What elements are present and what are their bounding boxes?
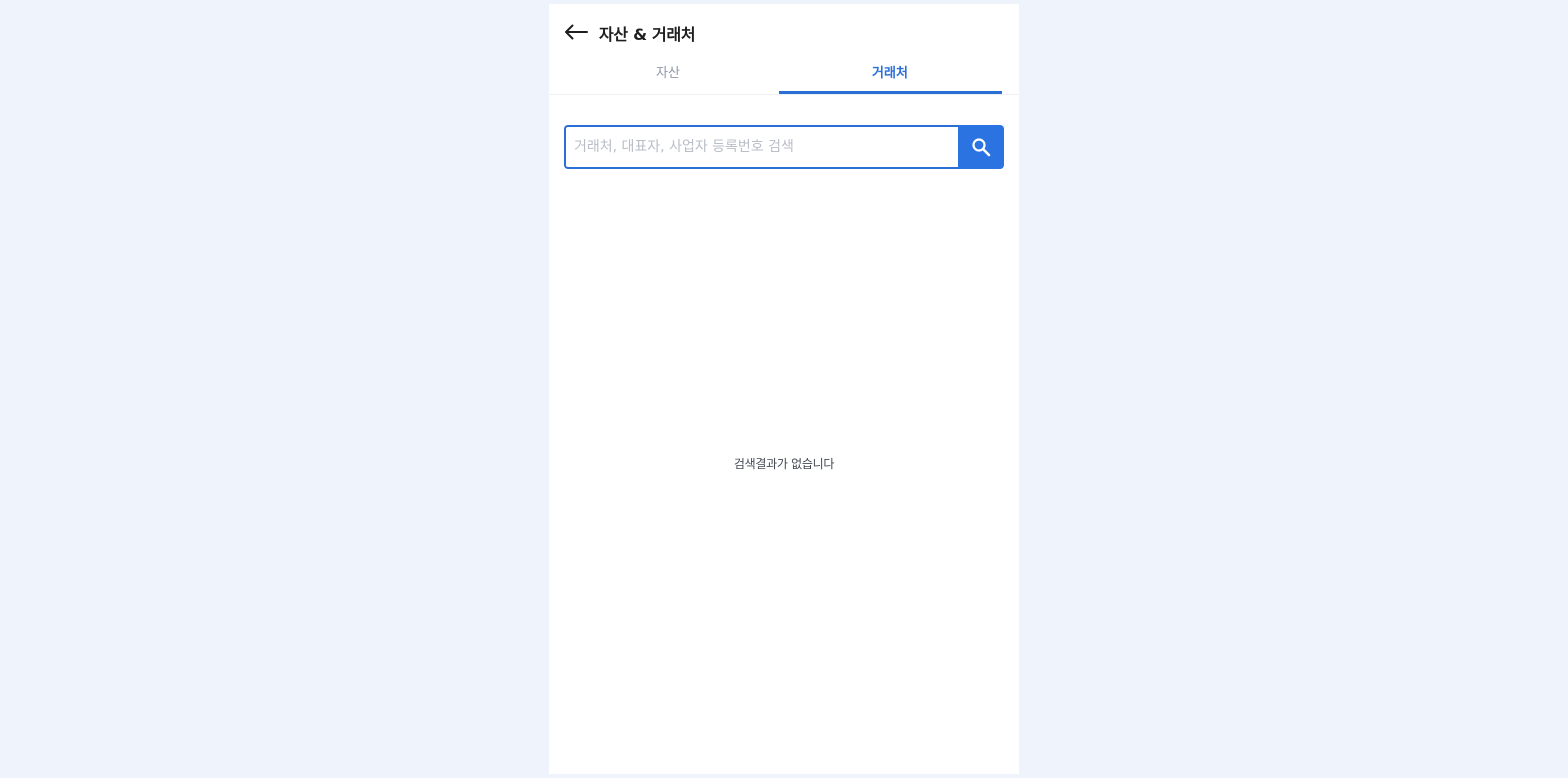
search-bar (564, 125, 1004, 169)
page-header: 자산 & 거래처 (549, 4, 1019, 60)
search-icon (972, 138, 991, 157)
back-button[interactable] (563, 20, 589, 44)
page-title: 자산 & 거래처 (599, 25, 696, 44)
tab-divider (549, 94, 1019, 95)
search-input[interactable] (564, 125, 960, 169)
tab-partners[interactable]: 거래처 (779, 60, 1002, 94)
tab-assets[interactable]: 자산 (557, 60, 779, 94)
search-button[interactable] (958, 125, 1004, 169)
main-panel: 자산 & 거래처 자산 거래처 검색결과가 없습니다 (549, 4, 1019, 774)
tab-partners-label: 거래처 (872, 66, 908, 81)
arrow-left-icon (565, 24, 588, 40)
tab-bar: 자산 거래처 (557, 60, 1002, 94)
empty-results-message: 검색결과가 없습니다 (733, 457, 835, 471)
